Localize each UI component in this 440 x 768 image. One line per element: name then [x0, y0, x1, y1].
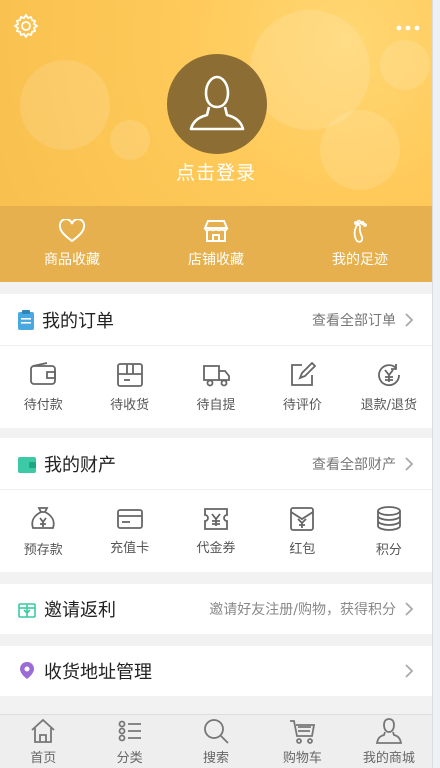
invite-section: 邀请返利 邀请好友注册/购物，获得积分 [0, 584, 432, 634]
home-icon [31, 718, 55, 743]
invite-title: 邀请返利 [44, 600, 116, 621]
tab-category-label: 分类 [116, 751, 143, 766]
pending-pickup-button[interactable]: 待自提 [173, 346, 259, 428]
tab-home-label: 首页 [30, 751, 57, 766]
edit-icon [291, 361, 317, 386]
card-icon [116, 508, 143, 529]
chevron-right-icon [405, 602, 414, 616]
points-button[interactable]: 积分 [346, 490, 432, 572]
heart-icon [58, 219, 86, 243]
location-icon [20, 662, 34, 679]
pending-receipt-label: 待收货 [110, 397, 150, 413]
recharge-card-label: 充值卡 [110, 540, 150, 556]
pending-pickup-label: 待自提 [196, 397, 236, 413]
red-envelope-label: 红包 [289, 541, 316, 557]
points-label: 积分 [375, 542, 402, 558]
cart-icon [290, 720, 316, 744]
fav-shops-button[interactable]: 店铺收藏 [144, 206, 288, 282]
footprint-icon [353, 219, 367, 243]
voucher-icon [204, 507, 228, 530]
pending-payment-button[interactable]: 待付款 [0, 346, 86, 428]
gear-icon[interactable] [12, 12, 40, 40]
tab-cart[interactable]: 购物车 [259, 715, 345, 768]
orders-grid: 待付款 待收货 待自提 待评价 退款/退货 [0, 346, 432, 428]
invite-subtitle-link[interactable]: 邀请好友注册/购物，获得积分 [209, 599, 414, 619]
invite-row[interactable]: 邀请返利 邀请好友注册/购物，获得积分 [0, 584, 432, 634]
view-all-assets-label: 查看全部财产 [312, 456, 396, 473]
red-envelope-icon [290, 506, 315, 531]
truck-icon [203, 364, 230, 386]
user-icon [375, 718, 402, 744]
refund-button[interactable]: 退款/退货 [346, 346, 432, 428]
shop-icon [203, 220, 229, 242]
tab-home[interactable]: 首页 [0, 715, 86, 768]
search-icon [204, 719, 229, 744]
chevron-right-icon [405, 312, 414, 327]
fav-products-button[interactable]: 商品收藏 [0, 206, 144, 282]
view-all-orders-link[interactable]: 查看全部订单 [312, 310, 414, 330]
view-all-assets-link[interactable]: 查看全部财产 [312, 454, 414, 474]
address-section: 收货地址管理 [0, 646, 432, 696]
wallet-fill-icon [18, 456, 36, 473]
view-all-orders-label: 查看全部订单 [312, 312, 396, 329]
voucher-label: 代金券 [196, 540, 236, 556]
user-silhouette-icon [189, 75, 245, 131]
tab-my-mall[interactable]: 我的商城 [346, 715, 432, 768]
orders-section: 我的订单 查看全部订单 待付款 待收货 待自提 待评价 退款/退货 [0, 294, 432, 428]
clipboard-icon [18, 309, 34, 330]
orders-header[interactable]: 我的订单 查看全部订单 [0, 294, 432, 346]
assets-header[interactable]: 我的财产 查看全部财产 [0, 438, 432, 490]
address-row[interactable]: 收货地址管理 [0, 646, 432, 696]
address-chevron[interactable] [396, 663, 414, 679]
pending-receipt-button[interactable]: 待收货 [86, 346, 172, 428]
deposit-button[interactable]: 预存款 [0, 490, 86, 572]
assets-section: 我的财产 查看全部财产 预存款 充值卡 代金券 红包 积分 [0, 438, 432, 572]
wallet-icon [30, 361, 57, 385]
refund-label: 退款/退货 [360, 397, 418, 413]
refund-icon [377, 363, 400, 386]
bottom-tabbar: 首页 分类 搜索 购物车 我的商城 [0, 714, 432, 768]
favorites-bar: 商品收藏 店铺收藏 我的足迹 [0, 206, 432, 282]
window-edge [432, 0, 440, 768]
address-title: 收货地址管理 [44, 662, 152, 683]
pending-review-label: 待评价 [282, 397, 322, 413]
pending-review-button[interactable]: 待评价 [259, 346, 345, 428]
tab-search-label: 搜索 [203, 751, 230, 766]
assets-grid: 预存款 充值卡 代金券 红包 积分 [0, 490, 432, 572]
app-frame: 点击登录 商品收藏 店铺收藏 我的足迹 我的订单 查看全部订单 待付款 待收货 … [0, 0, 432, 768]
invite-subtitle: 邀请好友注册/购物，获得积分 [209, 602, 396, 618]
coins-icon [376, 505, 401, 531]
more-icon[interactable] [394, 14, 422, 42]
deposit-label: 预存款 [23, 542, 63, 558]
footprints-button[interactable]: 我的足迹 [288, 206, 432, 282]
avatar[interactable] [167, 54, 267, 154]
fav-shops-label: 店铺收藏 [188, 252, 244, 268]
tab-cart-label: 购物车 [282, 751, 322, 766]
assets-title: 我的财产 [44, 454, 116, 476]
tab-category[interactable]: 分类 [86, 715, 172, 768]
login-link[interactable]: 点击登录 [0, 158, 432, 185]
footprints-label: 我的足迹 [332, 252, 388, 268]
pending-payment-label: 待付款 [23, 397, 63, 413]
voucher-button[interactable]: 代金券 [173, 490, 259, 572]
money-bag-icon [31, 506, 55, 529]
tab-my-mall-label: 我的商城 [362, 751, 415, 766]
fav-products-label: 商品收藏 [44, 252, 100, 268]
recharge-card-button[interactable]: 充值卡 [86, 490, 172, 572]
box-icon [116, 362, 143, 387]
tab-search[interactable]: 搜索 [173, 715, 259, 768]
category-icon [118, 720, 141, 742]
gift-icon [18, 603, 36, 618]
orders-title: 我的订单 [42, 310, 114, 332]
red-envelope-button[interactable]: 红包 [259, 490, 345, 572]
chevron-right-icon [405, 664, 414, 678]
profile-header: 点击登录 [0, 0, 432, 206]
chevron-right-icon [405, 456, 414, 471]
